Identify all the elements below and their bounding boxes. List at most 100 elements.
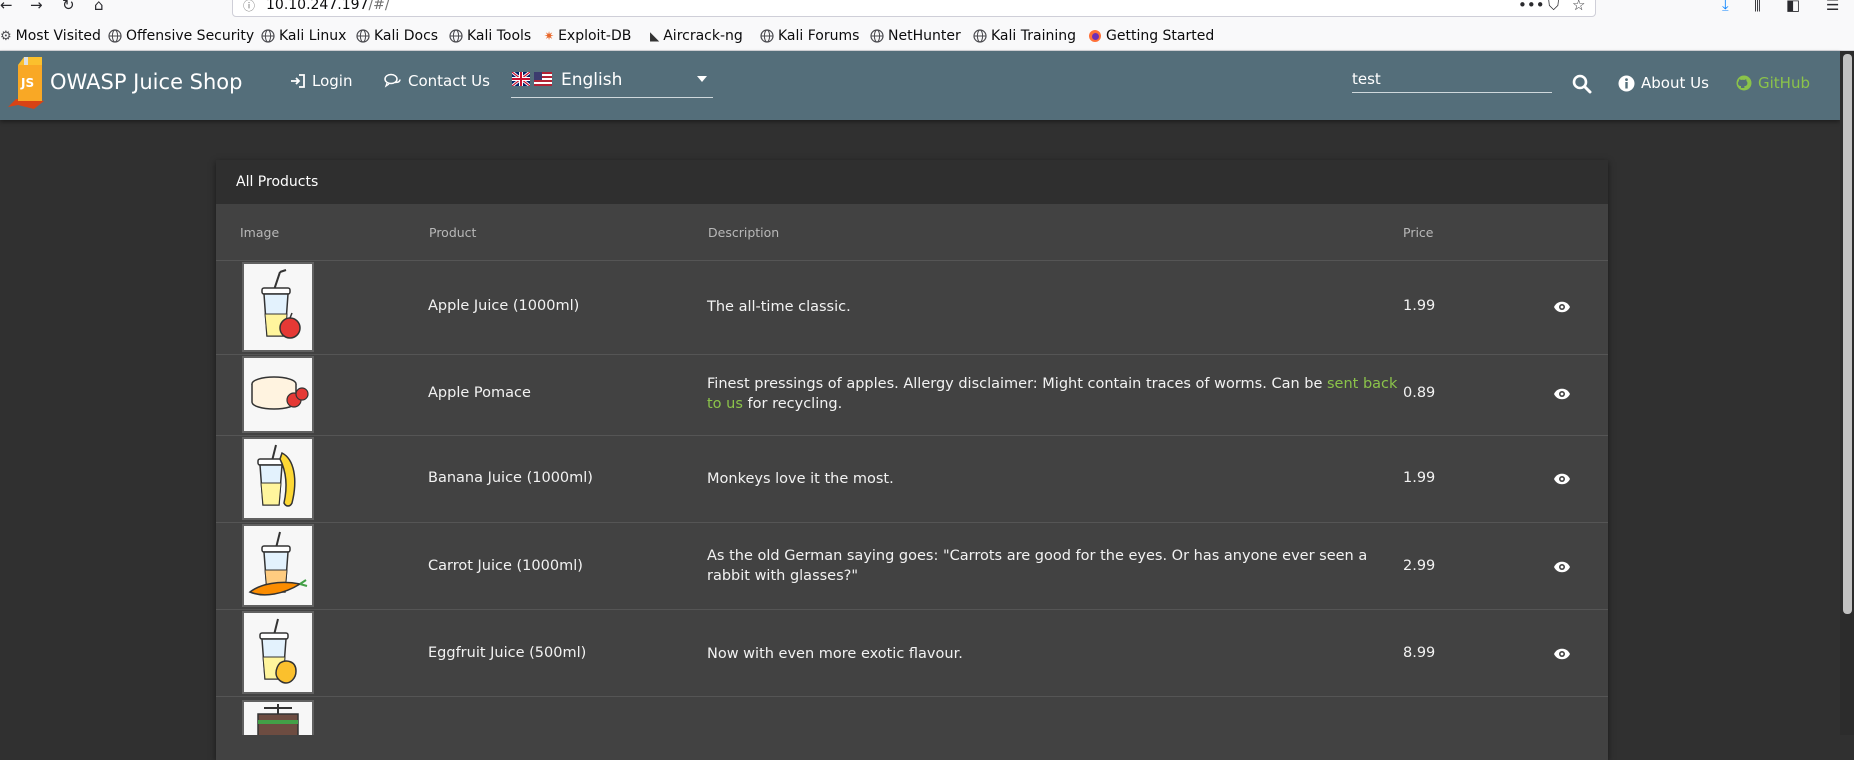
back-icon[interactable]: ← — [0, 0, 13, 14]
view-details-eye-icon[interactable] — [1553, 301, 1571, 313]
url-path: /#/ — [368, 0, 390, 13]
product-name: Apple Juice (1000ml) — [428, 298, 580, 314]
downloads-icon[interactable]: ⤓ — [1722, 0, 1729, 14]
globe-icon — [356, 29, 370, 43]
comments-icon — [384, 73, 401, 88]
aircrack-icon: ◣ — [650, 29, 660, 43]
product-description: The all-time classic. — [707, 299, 851, 315]
product-name: Eggfruit Juice (500ml) — [428, 645, 587, 661]
bookmark-kali-docs[interactable]: Kali Docs — [356, 27, 438, 45]
language-value: English — [561, 70, 623, 90]
globe-icon — [261, 29, 275, 43]
home-icon[interactable]: ⌂ — [94, 0, 104, 14]
bookmark-most-visited[interactable]: ⚙ Most Visited — [0, 27, 101, 45]
scrollbar-thumb[interactable] — [1843, 54, 1852, 614]
column-header-price[interactable]: Price — [1403, 225, 1434, 240]
github-button[interactable]: GitHub — [1736, 74, 1810, 92]
view-details-eye-icon[interactable] — [1553, 561, 1571, 573]
juice-shop-logo[interactable]: JS — [4, 55, 48, 113]
reload-icon[interactable]: ↻ — [62, 0, 75, 14]
us-flag-icon — [534, 72, 552, 86]
search-icon[interactable] — [1572, 74, 1592, 94]
gear-icon: ⚙ — [0, 28, 12, 44]
app-toolbar — [0, 51, 1840, 120]
apple-juice-icon — [261, 269, 301, 339]
column-header-description[interactable]: Description — [708, 225, 779, 240]
login-label: Login — [312, 72, 353, 90]
column-header-image[interactable]: Image — [240, 225, 279, 240]
library-icon[interactable]: ⫼ — [1754, 0, 1761, 14]
product-description: Monkeys love it the most. — [707, 471, 894, 487]
dropdown-arrow-icon[interactable] — [697, 76, 707, 82]
card-title: All Products — [236, 174, 319, 190]
row-divider — [216, 435, 1608, 436]
product-image-apple-juice[interactable] — [242, 262, 314, 352]
bookmark-kali-tools[interactable]: Kali Tools — [449, 27, 531, 45]
bookmark-kali-training[interactable]: Kali Training — [973, 27, 1076, 45]
product-price: 1.99 — [1403, 470, 1436, 486]
apple-pomace-icon — [251, 376, 309, 410]
firefox-icon — [1089, 30, 1101, 42]
bookmark-exploit-db[interactable]: ✷ Exploit-DB — [544, 27, 631, 45]
product-description: Finest pressings of apples. Allergy disc… — [707, 376, 1398, 412]
carrot-juice-icon — [248, 531, 308, 596]
bookmark-nethunter[interactable]: NetHunter — [870, 27, 961, 45]
row-divider — [216, 696, 1608, 697]
view-details-eye-icon[interactable] — [1553, 473, 1571, 485]
sidebar-icon[interactable]: ◧ — [1786, 0, 1800, 14]
bookmark-kali-linux[interactable]: Kali Linux — [261, 27, 346, 45]
product-price: 0.89 — [1403, 385, 1436, 401]
product-name: Apple Pomace — [428, 385, 531, 401]
view-details-eye-icon[interactable] — [1553, 648, 1571, 660]
bookmark-kali-forums[interactable]: Kali Forums — [760, 27, 859, 45]
exploitdb-icon: ✷ — [544, 29, 555, 43]
banana-juice-icon — [257, 444, 296, 507]
juice-carton-icon: JS — [8, 57, 44, 109]
juice-press-icon — [257, 704, 299, 735]
product-price: 2.99 — [1403, 558, 1436, 574]
app-title[interactable]: OWASP Juice Shop — [50, 70, 242, 94]
info-icon — [1618, 75, 1635, 91]
column-header-product[interactable]: Product — [429, 225, 476, 240]
row-divider — [216, 354, 1608, 355]
search-input[interactable] — [1352, 66, 1552, 93]
card-header — [216, 160, 1608, 204]
bookmark-aircrack-ng[interactable]: ◣ Aircrack-ng — [650, 27, 743, 45]
url-text[interactable]: 10.10.247.197/#/ — [266, 0, 390, 13]
product-image-partial[interactable] — [242, 700, 314, 735]
contact-us-label: Contact Us — [408, 72, 490, 90]
globe-icon — [449, 29, 463, 43]
url-host: 10.10.247.197 — [266, 0, 369, 13]
globe-icon — [108, 29, 122, 43]
row-divider — [216, 609, 1608, 610]
product-image-eggfruit-juice[interactable] — [242, 611, 314, 694]
sign-in-icon — [291, 74, 305, 88]
login-button[interactable]: Login — [290, 72, 352, 90]
bookmarks-bar: ⚙ Most Visited Offensive Security Kali L… — [0, 20, 1854, 51]
product-image-banana-juice[interactable] — [242, 437, 314, 520]
page-actions-icon[interactable]: ••• — [1518, 0, 1545, 14]
globe-icon — [760, 29, 774, 43]
bookmark-star-icon[interactable]: ☆ — [1572, 0, 1585, 14]
site-info-icon[interactable]: ⓘ — [243, 0, 255, 14]
product-image-apple-pomace[interactable] — [242, 356, 314, 433]
url-bar[interactable] — [232, 0, 1596, 17]
row-divider — [216, 522, 1608, 523]
product-image-carrot-juice[interactable] — [242, 524, 314, 607]
bookmark-offensive-security[interactable]: Offensive Security — [108, 27, 254, 45]
about-us-button[interactable]: About Us — [1618, 74, 1709, 92]
globe-icon — [870, 29, 884, 43]
contact-us-button[interactable]: Contact Us — [384, 72, 490, 90]
pocket-icon[interactable]: ⛉ — [1548, 0, 1559, 14]
row-divider — [216, 260, 1608, 261]
products-card — [216, 160, 1608, 760]
view-details-eye-icon[interactable] — [1553, 388, 1571, 400]
product-price: 1.99 — [1403, 298, 1436, 314]
product-name: Banana Juice (1000ml) — [428, 470, 593, 486]
product-name: Carrot Juice (1000ml) — [428, 558, 583, 574]
svg-text:JS: JS — [20, 76, 34, 90]
forward-icon[interactable]: → — [30, 0, 43, 14]
menu-icon[interactable]: ☰ — [1826, 0, 1839, 14]
bookmark-getting-started[interactable]: Getting Started — [1088, 27, 1214, 45]
uk-flag-icon — [512, 72, 530, 86]
